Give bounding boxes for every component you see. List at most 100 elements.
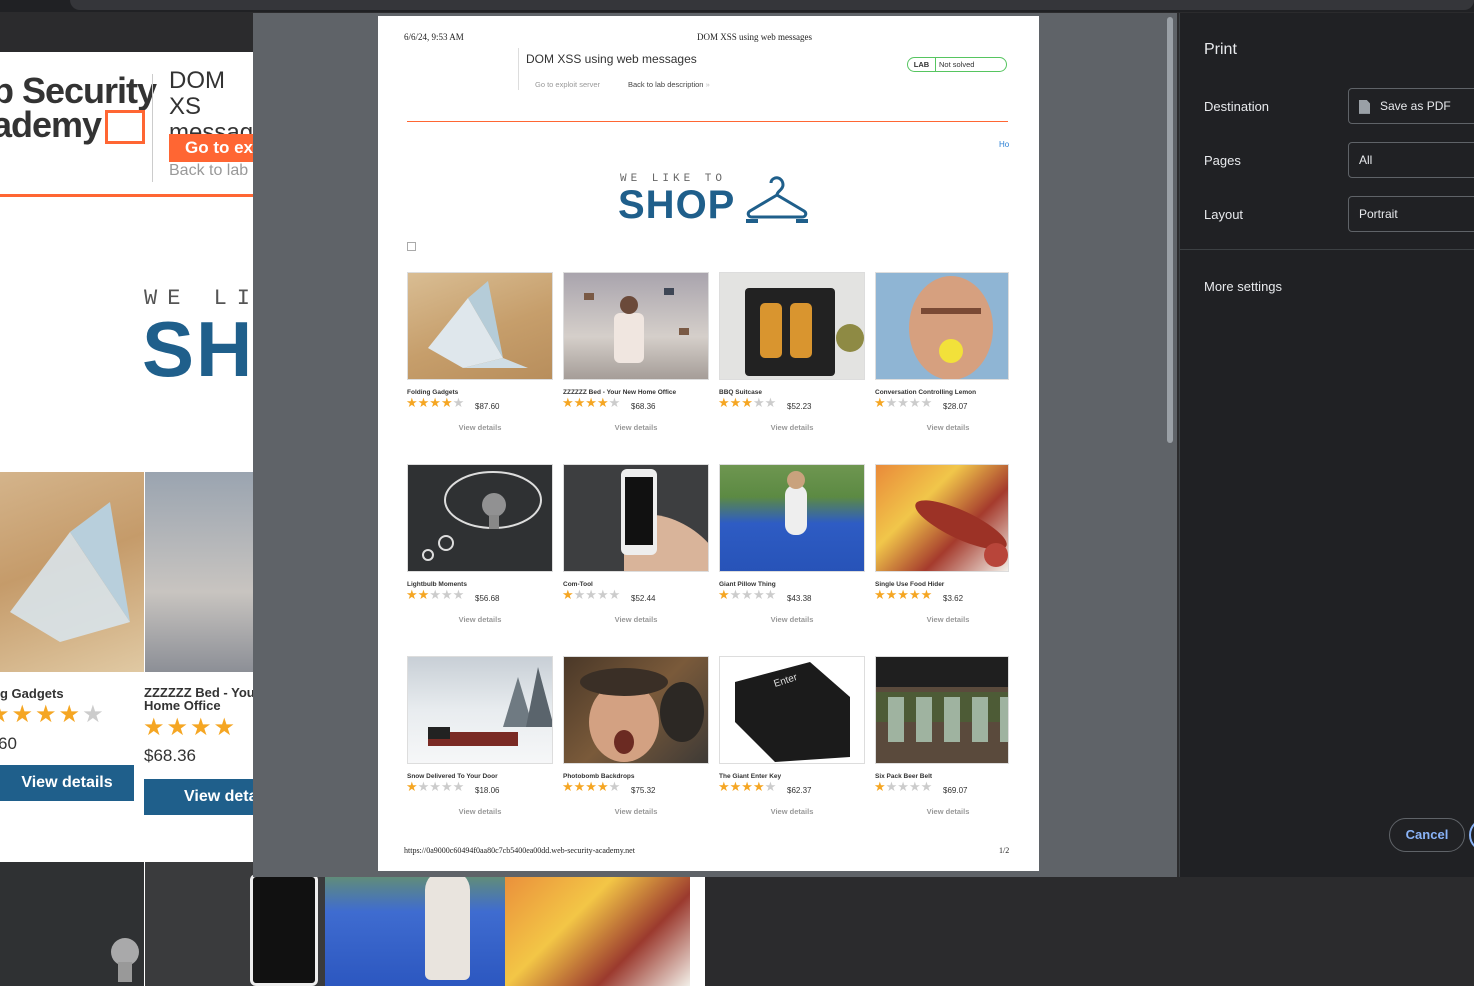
product-price: $69.07 <box>943 786 968 795</box>
star-rating: ★★★★★ <box>406 395 465 410</box>
bg-view-details-button-1[interactable]: View details <box>0 765 134 801</box>
broken-image-icon <box>407 242 416 251</box>
product-image-photobomb-monkey[interactable] <box>563 656 709 764</box>
back-to-lab-description-link[interactable]: Back to lab description » <box>628 80 710 89</box>
star-rating: ★★★★★ <box>406 587 465 602</box>
star-rating: ★★★★★ <box>406 779 465 794</box>
product-image-paper-crane[interactable] <box>407 272 553 380</box>
print-header-title: DOM XSS using web messages <box>697 32 813 42</box>
layout-label: Layout <box>1204 207 1244 222</box>
more-settings-toggle[interactable]: More settings <box>1204 279 1282 294</box>
academy-logo-icon <box>105 110 146 145</box>
product-price: $68.36 <box>631 402 656 411</box>
star-rating: ★★★★★ <box>718 587 777 602</box>
bg-product-image-floating-books[interactable] <box>145 472 255 672</box>
bg-shop-logo: SH <box>142 305 255 393</box>
bg-product-name-1: g Gadgets <box>0 686 64 701</box>
product-price: $28.07 <box>943 402 968 411</box>
product-price: $87.60 <box>475 402 500 411</box>
print-preview-page: 6/6/24, 9:53 AM DOM XSS using web messag… <box>378 16 1039 871</box>
lab-status-badge: LAB Not solved <box>907 57 1007 72</box>
view-details-button[interactable]: View details <box>563 807 709 816</box>
product-image-banana-sausage[interactable] <box>875 464 1009 572</box>
cancel-button[interactable]: Cancel <box>1389 818 1465 852</box>
product-image-phone-hand[interactable] <box>563 464 709 572</box>
document-icon <box>1359 99 1370 114</box>
pages-label: Pages <box>1204 153 1241 168</box>
product-image-floating-books[interactable] <box>563 272 709 380</box>
bg-view-details-button-2[interactable]: View deta <box>144 779 264 815</box>
home-link[interactable]: Ho <box>999 140 1009 149</box>
product-image-enter-key[interactable]: Enter <box>719 656 865 764</box>
bg-product-price-1: 60 <box>0 734 17 753</box>
view-details-button[interactable]: View details <box>407 615 553 624</box>
product-price: $3.62 <box>943 594 964 603</box>
product-image-snow-train[interactable] <box>407 656 553 764</box>
lab-badge-label: LAB <box>908 58 936 71</box>
product-price: $52.23 <box>787 402 812 411</box>
orange-divider <box>407 121 1008 122</box>
bg-product-stars-2: ★★★★ <box>143 714 238 741</box>
destination-label: Destination <box>1204 99 1270 114</box>
bg-product-stars-1: ★★★★★ <box>0 701 106 728</box>
layout-select[interactable]: Portrait <box>1348 196 1474 232</box>
bg-product-image-phone[interactable] <box>145 862 325 986</box>
lab-status-text: Not solved <box>939 60 975 69</box>
product-price: $18.06 <box>475 786 500 795</box>
view-details-button[interactable]: View details <box>407 807 553 816</box>
product-price: $62.37 <box>787 786 812 795</box>
browser-top-bar <box>0 0 1474 12</box>
chevron-right-icon: » <box>705 80 710 89</box>
product-price: $75.32 <box>631 786 656 795</box>
save-button[interactable] <box>1469 818 1474 852</box>
star-rating: ★★★★★ <box>562 779 621 794</box>
address-bar[interactable] <box>70 0 1474 10</box>
exploit-server-link[interactable]: Go to exploit server <box>535 80 600 89</box>
view-details-button[interactable]: View details <box>719 615 865 624</box>
view-details-button[interactable]: View details <box>719 807 865 816</box>
view-details-button[interactable]: View details <box>875 807 1021 816</box>
panel-divider <box>1180 249 1474 250</box>
product-image-bean-bag[interactable] <box>719 464 865 572</box>
product-price: $56.68 <box>475 594 500 603</box>
star-rating: ★★★★★ <box>874 395 933 410</box>
bg-back-link[interactable]: Back to lab <box>169 162 248 180</box>
bg-product-image-banana-sausage[interactable] <box>505 862 690 986</box>
product-image-bbq-grill[interactable] <box>719 272 865 380</box>
star-rating: ★★★★★ <box>874 587 933 602</box>
bg-product-image-lightbulb[interactable] <box>0 862 144 986</box>
bg-product-name-2: ZZZZZZ Bed - You Home Office <box>144 685 255 713</box>
view-details-button[interactable]: View details <box>719 423 865 432</box>
print-settings-panel: Print Destination Save as PDF Pages All … <box>1179 13 1474 877</box>
view-details-button[interactable]: View details <box>407 423 553 432</box>
print-header-date: 6/6/24, 9:53 AM <box>404 32 464 42</box>
bg-product-price-2: $68.36 <box>144 746 196 765</box>
view-details-button[interactable]: View details <box>563 423 709 432</box>
lab-title: DOM XSS using web messages <box>526 52 697 66</box>
pages-select[interactable]: All <box>1348 142 1474 178</box>
shop-logo-text: SHOP <box>618 183 736 227</box>
star-rating: ★★★★★ <box>718 779 777 794</box>
preview-scrollbar[interactable] <box>1163 13 1177 877</box>
bg-product-image-bean-bag[interactable] <box>325 862 505 986</box>
product-price: $43.38 <box>787 594 812 603</box>
star-rating: ★★★★★ <box>562 587 621 602</box>
view-details-button[interactable]: View details <box>875 423 1021 432</box>
bg-product-image-paper-crane[interactable] <box>0 472 144 672</box>
star-rating: ★★★★★ <box>718 395 777 410</box>
view-details-button[interactable]: View details <box>875 615 1021 624</box>
star-rating: ★★★★★ <box>874 779 933 794</box>
product-image-beer-belt[interactable] <box>875 656 1009 764</box>
print-preview-area[interactable]: 6/6/24, 9:53 AM DOM XSS using web messag… <box>253 13 1177 877</box>
header-divider <box>152 74 153 182</box>
destination-select[interactable]: Save as PDF <box>1348 88 1474 124</box>
product-image-lightbulb-chalk[interactable] <box>407 464 553 572</box>
academy-logo: b Security ademy <box>0 70 157 145</box>
preview-scroll-thumb[interactable] <box>1167 17 1173 443</box>
view-details-button[interactable]: View details <box>563 615 709 624</box>
product-image-lemon-man[interactable] <box>875 272 1009 380</box>
product-price: $52.44 <box>631 594 656 603</box>
bg-orange-divider <box>0 194 280 197</box>
lab-header-divider <box>518 48 519 90</box>
star-rating: ★★★★★ <box>562 395 621 410</box>
